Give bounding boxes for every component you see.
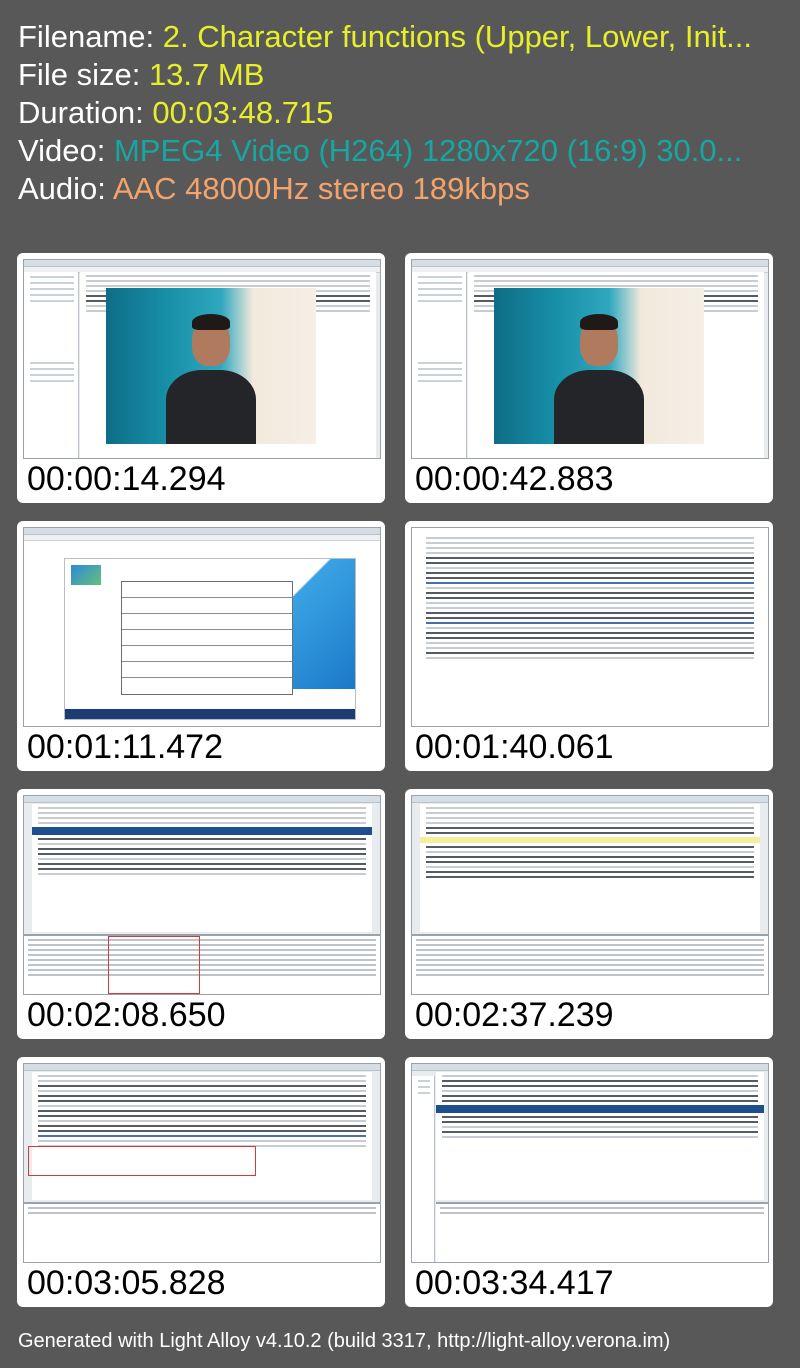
thumbnail-3-frame: [23, 527, 381, 727]
selected-query-highlight: [436, 1105, 764, 1113]
yellow-line-highlight: [420, 837, 760, 843]
audio-label: Audio:: [18, 171, 106, 206]
function-table: [121, 581, 293, 695]
filename-label: Filename:: [18, 19, 155, 54]
results-grid: [24, 934, 380, 994]
thumbnail-timestamp: 00:03:34.417: [415, 1264, 614, 1302]
thumbnail-timestamp: 00:00:14.294: [27, 460, 226, 498]
presenter-video: [494, 288, 704, 444]
results-grid: [412, 934, 768, 994]
thumbnail-5-frame: [23, 795, 381, 995]
thumbnail-timestamp: 00:00:42.883: [415, 460, 614, 498]
filesize-line: File size: 13.7 MB: [18, 56, 788, 94]
generator-credit: Generated with Light Alloy v4.10.2 (buil…: [18, 1330, 671, 1352]
audio-line: Audio: AAC 48000Hz stereo 189kbps: [18, 170, 788, 208]
results-grid: [24, 1202, 380, 1262]
video-label: Video:: [18, 133, 106, 168]
thumbnail-timestamp: 00:01:40.061: [415, 728, 614, 766]
presenter-video: [106, 288, 316, 444]
media-info-panel: Filename: 2. Character functions (Upper,…: [18, 18, 788, 208]
thumbnail-1-frame: [23, 259, 381, 459]
presentation-slide: [64, 558, 356, 720]
selected-query-highlight: [32, 827, 372, 835]
thumbnail-2[interactable]: 00:00:42.883: [405, 253, 773, 503]
thumbnail-7[interactable]: 00:03:05.828: [17, 1057, 385, 1307]
thumbnail-8[interactable]: 00:03:34.417: [405, 1057, 773, 1307]
results-grid: [436, 1202, 768, 1262]
thumbnail-5[interactable]: 00:02:08.650: [17, 789, 385, 1039]
video-line: Video: MPEG4 Video (H264) 1280x720 (16:9…: [18, 132, 788, 170]
video-value: MPEG4 Video (H264) 1280x720 (16:9) 30.0.…: [113, 133, 743, 168]
duration-line: Duration: 00:03:48.715: [18, 94, 788, 132]
red-highlight-box: [28, 1146, 256, 1176]
filesize-value: 13.7 MB: [148, 57, 265, 92]
duration-value: 00:03:48.715: [152, 95, 334, 130]
filename-value: 2. Character functions (Upper, Lower, In…: [162, 19, 753, 54]
thumbnail-4-frame: [411, 527, 769, 727]
thumbnail-4[interactable]: 00:01:40.061: [405, 521, 773, 771]
logo-icon: [71, 565, 101, 585]
filename-line: Filename: 2. Character functions (Upper,…: [18, 18, 788, 56]
thumbnail-6[interactable]: 00:02:37.239: [405, 789, 773, 1039]
thumbnail-timestamp: 00:02:37.239: [415, 996, 614, 1034]
thumbnail-8-frame: [411, 1063, 769, 1263]
thumbnail-2-frame: [411, 259, 769, 459]
filesize-label: File size:: [18, 57, 141, 92]
thumbnail-timestamp: 00:01:11.472: [27, 728, 223, 766]
audio-value: AAC 48000Hz stereo 189kbps: [112, 171, 530, 206]
thumbnail-3[interactable]: 00:01:11.472: [17, 521, 385, 771]
duration-label: Duration:: [18, 95, 144, 130]
thumbnail-7-frame: [23, 1063, 381, 1263]
thumbnail-timestamp: 00:03:05.828: [27, 1264, 226, 1302]
thumbnail-1[interactable]: 00:00:14.294: [17, 253, 385, 503]
thumbnail-timestamp: 00:02:08.650: [27, 996, 226, 1034]
thumbnail-6-frame: [411, 795, 769, 995]
red-highlight-box: [108, 936, 200, 994]
